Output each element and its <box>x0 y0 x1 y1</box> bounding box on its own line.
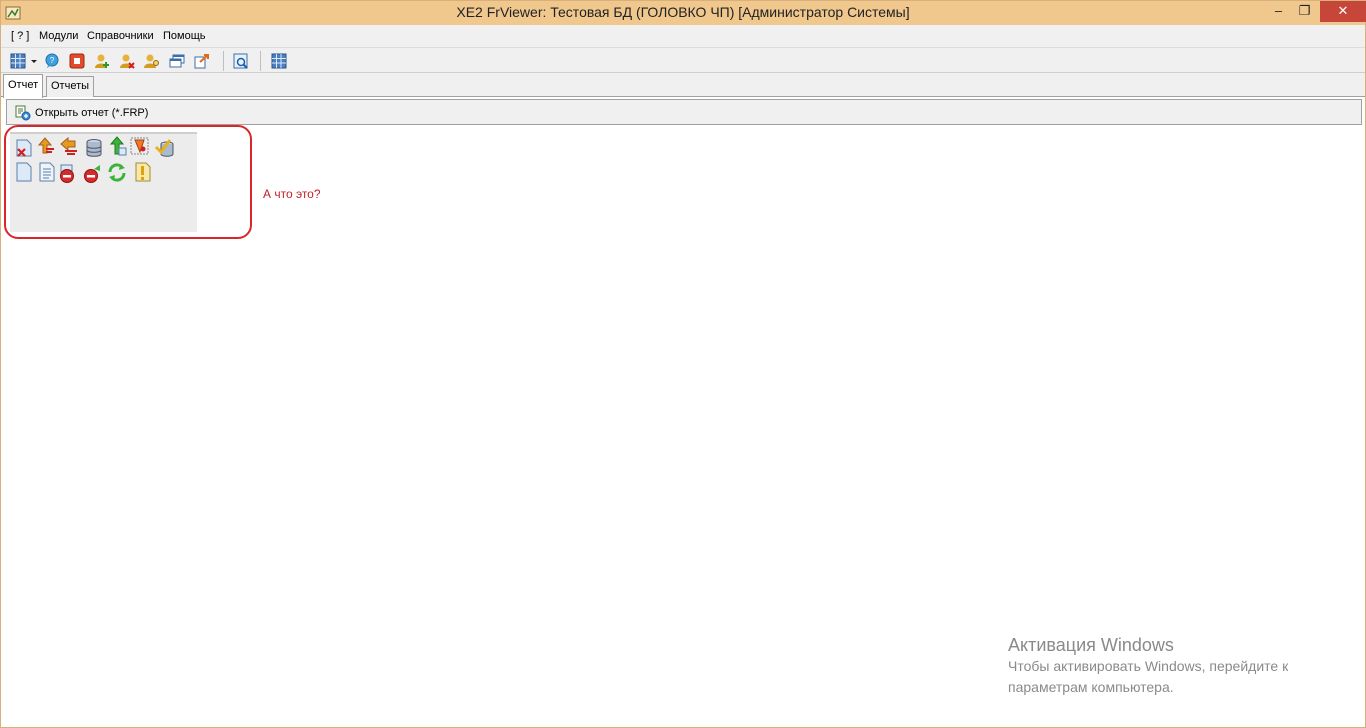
chat-icon[interactable]: ? <box>44 53 60 69</box>
toolbar-separator <box>260 51 261 71</box>
open-report-label: Открыть отчет (*.FRP) <box>35 107 149 119</box>
app-window: XE2 FrViewer: Тестовая БД (ГОЛОВКО ЧП) [… <box>0 0 1366 728</box>
export-icon[interactable] <box>194 53 210 69</box>
dropdown-arrow-icon[interactable] <box>29 53 39 69</box>
table-icon[interactable] <box>271 53 287 69</box>
menu-item-modules[interactable]: Модули <box>39 30 78 42</box>
windows-icon[interactable] <box>169 53 185 69</box>
tab-report[interactable]: Отчет <box>3 74 44 98</box>
window-title: XE2 FrViewer: Тестовая БД (ГОЛОВКО ЧП) [… <box>456 4 910 20</box>
open-report-button[interactable]: Открыть отчет (*.FRP) <box>15 104 148 122</box>
tab-reports[interactable]: Отчеты <box>46 76 95 97</box>
toolbar-separator <box>223 51 224 71</box>
activation-watermark: Активация Windows Чтобы активировать Win… <box>1008 634 1288 698</box>
grid-icon[interactable] <box>10 53 26 69</box>
activation-title: Активация Windows <box>1008 635 1174 655</box>
svg-text:?: ? <box>50 56 55 65</box>
preview-icon[interactable] <box>233 53 249 69</box>
report-toolbar: Открыть отчет (*.FRP) <box>6 99 1362 125</box>
stop-icon[interactable] <box>69 53 85 69</box>
maximize-button[interactable]: ❐ <box>1291 1 1318 22</box>
menu-bar: [ ? ] Модули Справочники Помощь <box>1 25 1365 47</box>
tab-strip: Отчет Отчеты <box>1 73 1365 98</box>
menu-item-references[interactable]: Справочники <box>87 30 154 42</box>
activation-line-2: параметрам компьютера. <box>1008 679 1174 695</box>
close-button[interactable]: ✕ <box>1320 1 1366 22</box>
highlight-outline <box>4 125 252 239</box>
minimize-button[interactable]: ‒ <box>1265 1 1292 22</box>
title-bar: XE2 FrViewer: Тестовая БД (ГОЛОВКО ЧП) [… <box>1 1 1366 25</box>
key-users-icon[interactable] <box>144 53 160 69</box>
open-report-icon <box>15 105 31 121</box>
menu-item-help[interactable]: Помощь <box>163 30 206 42</box>
user-add-icon[interactable] <box>94 53 110 69</box>
main-toolbar: ? <box>1 47 1365 73</box>
activation-line-1: Чтобы активировать Windows, перейдите к <box>1008 658 1289 674</box>
user-remove-icon[interactable] <box>119 53 135 69</box>
menu-item-help-short[interactable]: [ ? ] <box>11 30 29 42</box>
annotation-text: А что это? <box>263 187 321 201</box>
